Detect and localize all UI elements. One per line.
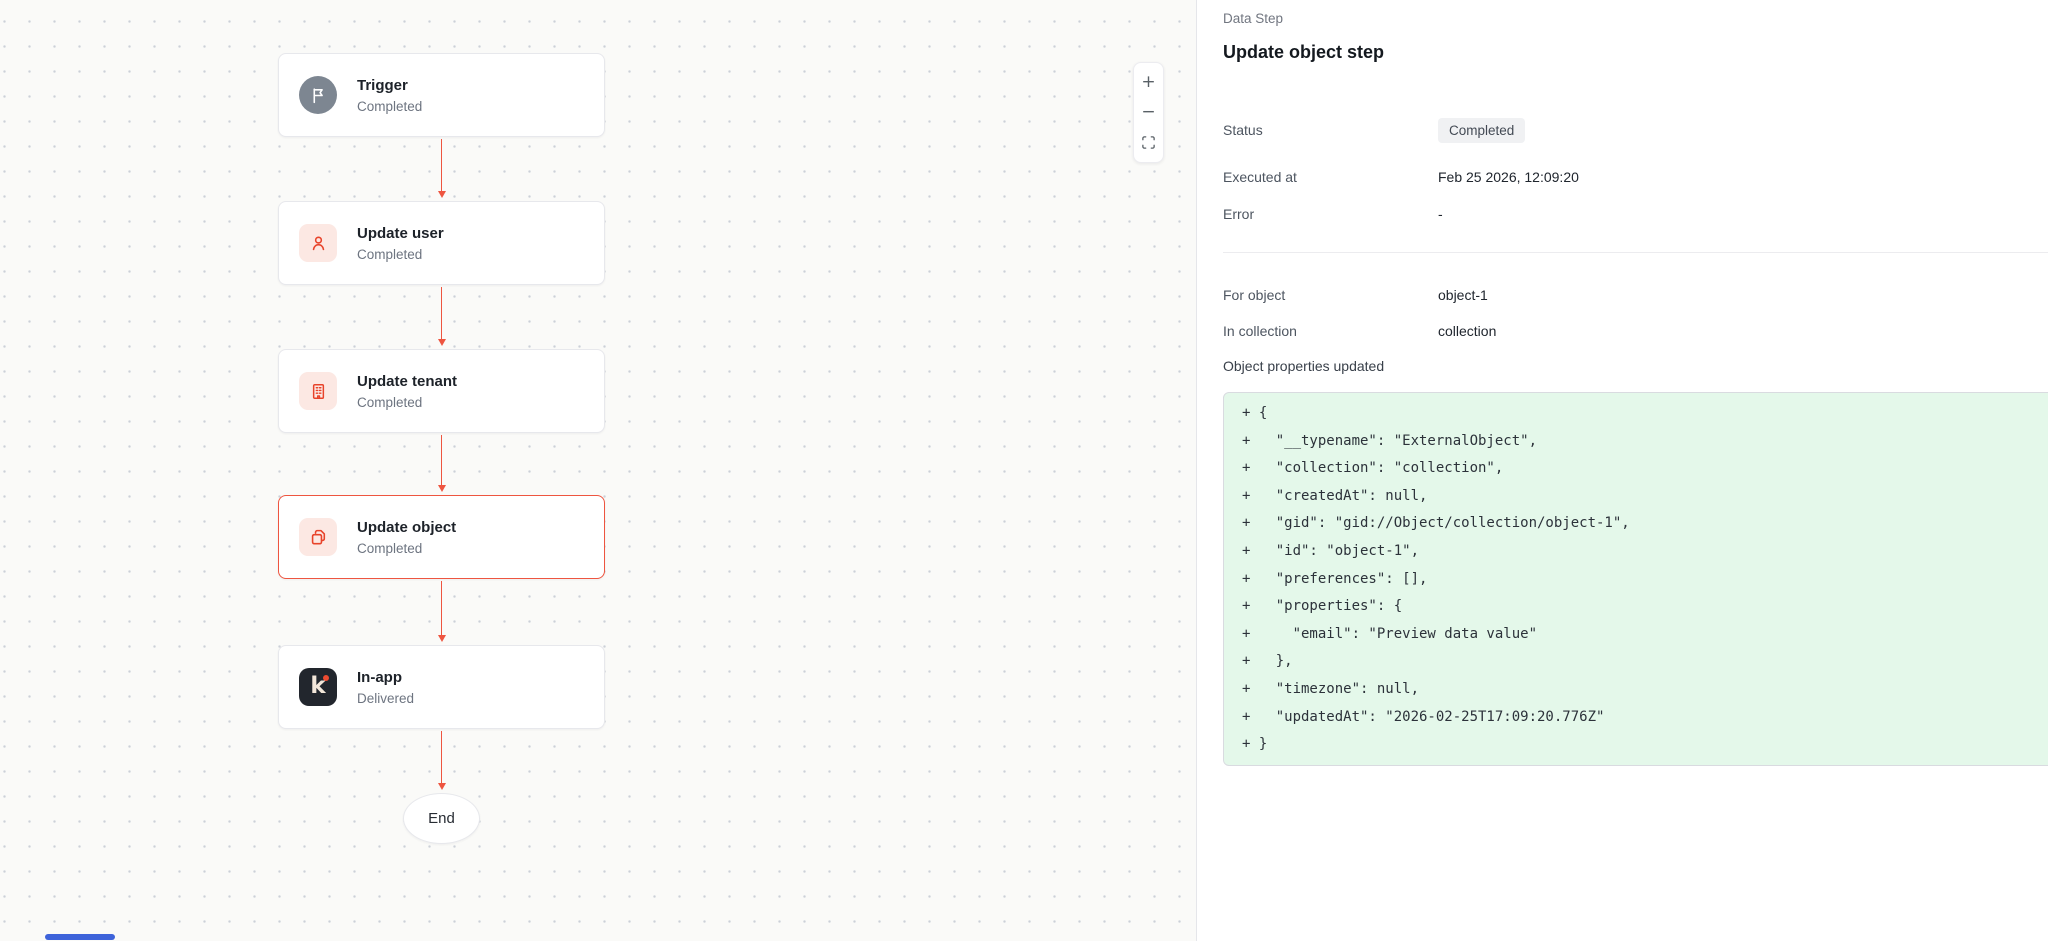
edge-arrow [437, 287, 447, 346]
node-end[interactable]: End [403, 793, 480, 844]
knock-icon: k [299, 668, 337, 706]
diff-heading: Object properties updated [1223, 358, 1384, 374]
collection-link[interactable]: collection [1438, 323, 1496, 339]
edge-arrow [437, 435, 447, 492]
flag-icon [299, 76, 337, 114]
building-icon [299, 372, 337, 410]
minus-icon: − [1141, 104, 1155, 121]
error-value: - [1438, 206, 1443, 222]
edge-arrow [437, 731, 447, 790]
node-title: Update object [357, 519, 456, 536]
step-details-panel: Data Step Update object step Status Comp… [1196, 0, 2048, 941]
node-update-user[interactable]: Update user Completed [278, 201, 605, 285]
object-link[interactable]: object-1 [1438, 287, 1488, 303]
zoom-out-button[interactable]: − [1135, 99, 1162, 126]
copy-icon [299, 518, 337, 556]
object-diff-codeblock[interactable]: + { + "__typename": "ExternalObject", + … [1223, 392, 2048, 766]
node-update-object[interactable]: Update object Completed [278, 495, 605, 579]
user-icon [299, 224, 337, 262]
error-label: Error [1223, 206, 1438, 222]
horizontal-scrollbar-thumb[interactable] [45, 934, 115, 940]
executed-at-label: Executed at [1223, 169, 1438, 185]
status-badge: Completed [1438, 118, 1525, 143]
in-collection-row: In collection collection [1223, 323, 2023, 339]
page-title: Update object step [1223, 42, 1384, 63]
status-label: Status [1223, 122, 1438, 143]
knock-dot [323, 675, 329, 681]
node-title: Trigger [357, 77, 422, 94]
fullscreen-icon [1141, 135, 1156, 150]
node-status: Delivered [357, 691, 414, 706]
node-title: In-app [357, 669, 414, 686]
node-status: Completed [357, 247, 444, 262]
canvas-zoom-controls: + − [1133, 62, 1164, 163]
zoom-in-button[interactable]: + [1135, 69, 1162, 96]
node-in-app[interactable]: k In-app Delivered [278, 645, 605, 729]
node-status: Completed [357, 99, 422, 114]
error-row: Error - [1223, 206, 2023, 222]
executed-at-value: Feb 25 2026, 12:09:20 [1438, 169, 1579, 185]
for-object-label: For object [1223, 287, 1438, 303]
node-status: Completed [357, 541, 456, 556]
in-collection-label: In collection [1223, 323, 1438, 339]
plus-icon: + [1141, 74, 1155, 91]
executed-at-row: Executed at Feb 25 2026, 12:09:20 [1223, 169, 2023, 185]
end-label: End [428, 810, 455, 827]
node-update-tenant[interactable]: Update tenant Completed [278, 349, 605, 433]
edge-arrow [437, 139, 447, 198]
fit-view-button[interactable] [1135, 129, 1162, 156]
divider [1223, 252, 2048, 253]
for-object-row: For object object-1 [1223, 287, 2023, 303]
status-row: Status Completed [1223, 122, 2023, 143]
diff-text: + { + "__typename": "ExternalObject", + … [1224, 393, 2048, 766]
node-title: Update tenant [357, 373, 457, 390]
workflow-canvas[interactable]: Trigger Completed Update user Completed [0, 0, 1196, 941]
node-title: Update user [357, 225, 444, 242]
node-trigger[interactable]: Trigger Completed [278, 53, 605, 137]
step-type-label: Data Step [1223, 11, 1283, 26]
node-status: Completed [357, 395, 457, 410]
edge-arrow [437, 581, 447, 642]
